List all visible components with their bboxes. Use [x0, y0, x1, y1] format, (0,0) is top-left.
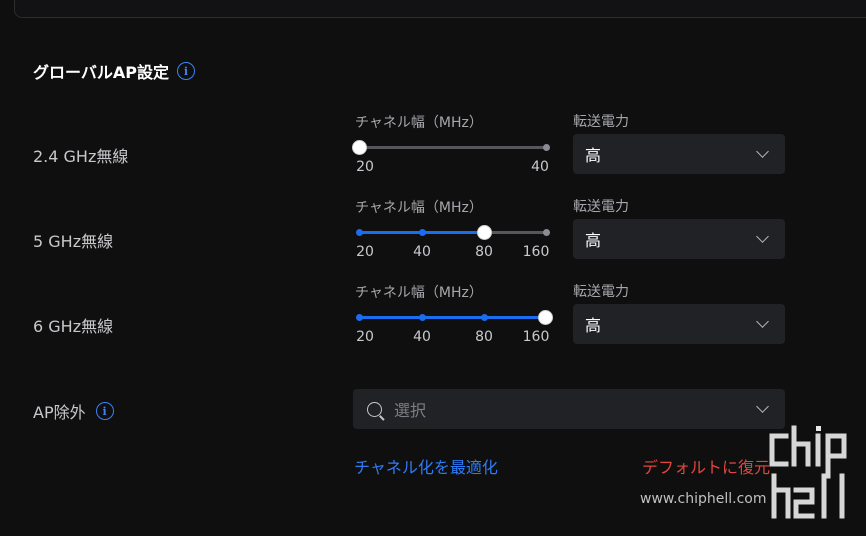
- power-select-value: 高: [585, 316, 602, 335]
- slider-thumb[interactable]: [351, 139, 367, 155]
- top-card: [14, 0, 866, 18]
- channel-width-label: チャネル幅（MHz）: [355, 200, 483, 216]
- section-header: グローバルAP設定 i: [33, 59, 195, 83]
- tick-label: 40: [531, 159, 549, 175]
- tick-label: 160: [522, 329, 550, 345]
- channel-width-label: チャネル幅（MHz）: [355, 115, 483, 131]
- slider-tick[interactable]: [542, 229, 550, 236]
- slider-tick[interactable]: [418, 229, 426, 236]
- slider-tick[interactable]: [480, 314, 488, 321]
- radio-label-6g: 6 GHz無線: [33, 317, 114, 336]
- slider-track[interactable]: [359, 146, 546, 149]
- slider-fill: [359, 316, 546, 319]
- chevron-down-icon: [756, 145, 769, 158]
- chevron-down-icon: [756, 230, 769, 243]
- chevron-down-icon: [756, 315, 769, 328]
- power-select-2g[interactable]: 高: [573, 134, 785, 174]
- radio-label-2g: 2.4 GHz無線: [33, 147, 129, 166]
- watermark-url: www.chiphell.com: [640, 491, 767, 507]
- tick-label: 40: [413, 244, 431, 260]
- ap-exclusion-row: AP除外 i: [33, 399, 114, 423]
- section-title: グローバルAP設定: [33, 63, 169, 82]
- channel-width-label: チャネル幅（MHz）: [355, 285, 483, 301]
- power-label: 転送電力: [573, 199, 629, 215]
- tick-label: 40: [413, 329, 431, 345]
- channel-width-slider-2g[interactable]: 20 40: [351, 139, 550, 175]
- radio-label-5g: 5 GHz無線: [33, 232, 114, 251]
- tick-label: 20: [356, 329, 374, 345]
- optimize-channels-link[interactable]: チャネル化を最適化: [354, 454, 498, 478]
- slider-thumb[interactable]: [476, 224, 492, 240]
- tick-label: 80: [475, 329, 493, 345]
- tick-label: 80: [475, 244, 493, 260]
- channel-width-slider-5g[interactable]: 20 40 80 160: [355, 224, 550, 260]
- power-select-5g[interactable]: 高: [573, 219, 785, 259]
- tick-label: 20: [356, 244, 374, 260]
- info-icon[interactable]: i: [95, 402, 114, 420]
- search-icon: [367, 401, 382, 417]
- slider-tick[interactable]: [542, 144, 550, 151]
- tick-label: 160: [522, 244, 550, 260]
- slider-thumb[interactable]: [537, 309, 553, 325]
- watermark-logo: [769, 425, 847, 519]
- chevron-down-icon: [756, 400, 769, 413]
- info-icon[interactable]: i: [176, 62, 195, 80]
- tick-label: 20: [356, 159, 374, 175]
- ap-exclusion-placeholder: 選択: [394, 401, 427, 420]
- restore-defaults-link[interactable]: デフォルトに復元: [642, 454, 770, 478]
- power-select-value: 高: [585, 146, 602, 165]
- slider-tick[interactable]: [355, 314, 363, 321]
- slider-tick[interactable]: [418, 314, 426, 321]
- power-select-6g[interactable]: 高: [573, 304, 785, 344]
- power-label: 転送電力: [573, 284, 629, 300]
- power-select-value: 高: [585, 231, 602, 250]
- ap-exclusion-label: AP除外: [33, 403, 86, 422]
- slider-tick[interactable]: [355, 229, 363, 236]
- ap-exclusion-select[interactable]: 選択: [353, 389, 785, 429]
- channel-width-slider-6g[interactable]: 20 40 80 160: [355, 309, 553, 345]
- power-label: 転送電力: [573, 114, 629, 130]
